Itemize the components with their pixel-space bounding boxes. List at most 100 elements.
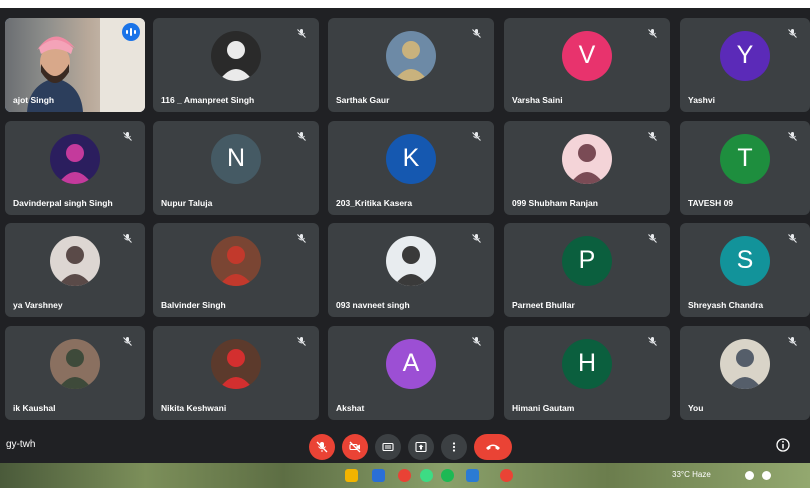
mic-muted-icon	[122, 231, 133, 243]
participant-tile[interactable]: You	[680, 326, 810, 420]
participant-tile[interactable]: P Parneet Bhullar	[504, 223, 670, 317]
present-screen-button[interactable]	[408, 434, 434, 460]
participant-tile[interactable]: Sarthak Gaur	[328, 18, 494, 112]
present-screen-icon	[415, 441, 427, 453]
browser-icon[interactable]	[500, 469, 513, 482]
participant-tile[interactable]: Y Yashvi	[680, 18, 810, 112]
avatar-photo	[720, 338, 770, 389]
participant-name: Akshat	[336, 403, 365, 413]
mic-muted-icon	[471, 129, 482, 141]
participant-name: Parneet Bhullar	[512, 300, 575, 310]
avatar-photo	[211, 30, 261, 81]
avatar-initial: P	[562, 235, 612, 286]
participant-name: Shreyash Chandra	[688, 300, 764, 310]
speaking-indicator-icon	[122, 23, 140, 41]
mic-muted-icon	[296, 26, 307, 38]
participant-name: Nikita Keshwani	[161, 403, 227, 413]
participant-tile[interactable]: 093 navneet singh	[328, 223, 494, 317]
participant-name: TAVESH 09	[688, 198, 734, 208]
participant-tile[interactable]: 099 Shubham Ranjan	[504, 121, 670, 215]
participant-tile[interactable]: ya Varshney	[5, 223, 145, 317]
network-icon[interactable]	[745, 471, 754, 480]
mic-off-button[interactable]	[309, 434, 335, 460]
mail-icon[interactable]	[372, 469, 385, 482]
app-icon[interactable]	[420, 469, 433, 482]
participant-tile[interactable]: Davinderpal singh Singh	[5, 121, 145, 215]
participant-name: 099 Shubham Ranjan	[512, 198, 598, 208]
spotify-icon[interactable]	[441, 469, 454, 482]
participant-name: You	[688, 403, 704, 413]
mic-muted-icon	[122, 334, 133, 346]
camera-off-button[interactable]	[342, 434, 368, 460]
participant-tile[interactable]: H Himani Gautam	[504, 326, 670, 420]
participant-name: Sarthak Gaur	[336, 95, 390, 105]
control-bar: gy-twh	[0, 429, 810, 463]
participant-name: ajot Singh	[13, 95, 55, 105]
os-taskbar: 33°C Haze	[0, 463, 810, 488]
captions-icon	[382, 442, 394, 452]
participant-tile[interactable]: ajot Singh	[5, 18, 145, 112]
participant-name: ya Varshney	[13, 300, 63, 310]
participant-tile[interactable]: Balvinder Singh	[153, 223, 319, 317]
avatar-initial: T	[720, 133, 770, 184]
captions-button[interactable]	[375, 434, 401, 460]
avatar-photo	[211, 235, 261, 286]
leave-call-button[interactable]	[474, 434, 512, 460]
mic-muted-icon	[471, 231, 482, 243]
more-options-icon	[452, 442, 456, 452]
participant-tile[interactable]: ik Kaushal	[5, 326, 145, 420]
mic-muted-icon	[296, 231, 307, 243]
mic-muted-icon	[471, 334, 482, 346]
volume-icon[interactable]	[762, 471, 771, 480]
camera-off-icon	[349, 441, 361, 453]
participant-name: Himani Gautam	[512, 403, 575, 413]
mic-muted-icon	[471, 26, 482, 38]
participant-name: Yashvi	[688, 95, 715, 105]
mic-muted-icon	[787, 334, 798, 346]
avatar-photo	[386, 235, 436, 286]
participant-name: 093 navneet singh	[336, 300, 410, 310]
weather-status[interactable]: 33°C Haze	[672, 470, 711, 479]
more-options-button[interactable]	[441, 434, 467, 460]
avatar-initial: H	[562, 338, 612, 389]
participant-tile[interactable]: A Akshat	[328, 326, 494, 420]
participant-tile[interactable]: T TAVESH 09	[680, 121, 810, 215]
meeting-info-icon[interactable]	[775, 437, 791, 453]
avatar-initial: Y	[720, 30, 770, 81]
mic-muted-icon	[296, 334, 307, 346]
avatar-initial: V	[562, 30, 612, 81]
participant-tile[interactable]: V Varsha Saini	[504, 18, 670, 112]
mic-off-icon	[316, 441, 328, 453]
participant-tile[interactable]: K 203_Kritika Kasera	[328, 121, 494, 215]
avatar-photo	[50, 235, 100, 286]
avatar-photo	[386, 30, 436, 81]
participant-name: 116 _ Amanpreet Singh	[161, 95, 255, 105]
file-explorer-icon[interactable]	[345, 469, 358, 482]
mic-muted-icon	[787, 129, 798, 141]
avatar-photo	[50, 338, 100, 389]
mic-muted-icon	[647, 129, 658, 141]
participant-tile[interactable]: 116 _ Amanpreet Singh	[153, 18, 319, 112]
vscode-icon[interactable]	[466, 469, 479, 482]
mic-muted-icon	[647, 26, 658, 38]
mic-muted-icon	[647, 231, 658, 243]
participant-name: Balvinder Singh	[161, 300, 226, 310]
mic-muted-icon	[787, 26, 798, 38]
mic-muted-icon	[296, 129, 307, 141]
chrome-icon[interactable]	[398, 469, 411, 482]
participant-tile[interactable]: N Nupur Taluja	[153, 121, 319, 215]
participant-name: ik Kaushal	[13, 403, 56, 413]
participant-name: Nupur Taluja	[161, 198, 213, 208]
participant-name: Varsha Saini	[512, 95, 563, 105]
avatar-photo	[562, 133, 612, 184]
participant-name: Davinderpal singh Singh	[13, 198, 113, 208]
avatar-photo	[211, 338, 261, 389]
participant-tile[interactable]: Nikita Keshwani	[153, 326, 319, 420]
avatar-initial: N	[211, 133, 261, 184]
participant-tile[interactable]: S Shreyash Chandra	[680, 223, 810, 317]
mic-muted-icon	[787, 231, 798, 243]
avatar-initial: K	[386, 133, 436, 184]
participant-name: 203_Kritika Kasera	[336, 198, 413, 208]
mic-muted-icon	[122, 129, 133, 141]
meeting-code[interactable]: gy-twh	[6, 439, 35, 450]
